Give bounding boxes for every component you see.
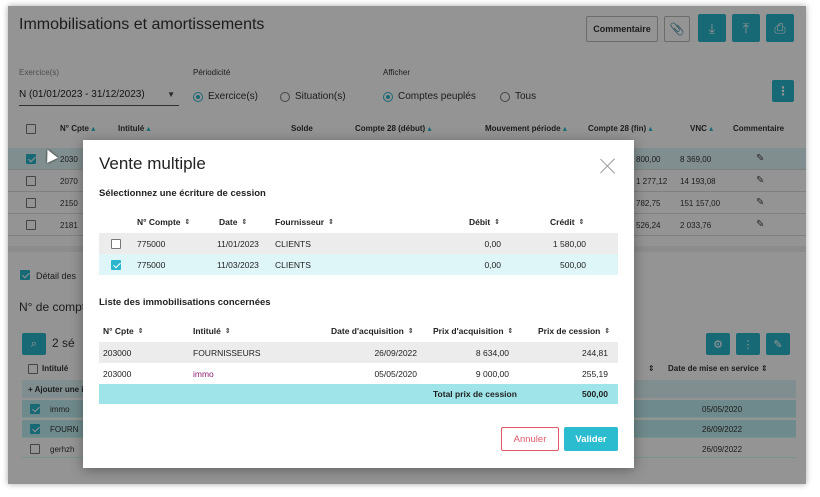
col-fournisseur[interactable]: Fournisseur ⇕ [275,211,334,233]
cell-compte: 775000 [137,259,166,270]
cell-credit: 1 580,00 [552,238,586,249]
cell-prix-cession: 255,19 [582,368,608,379]
close-icon[interactable] [600,158,616,174]
cession-header-row: N° Compte ⇕ Date ⇕ Fournisseur ⇕ Débit ⇕ Cré… [99,211,618,233]
immo-table: N° Cpte ⇕ Intitulé ⇕ Date d'acquisition ⇕ P… [99,320,618,404]
cell-date: 11/01/2023 [217,238,259,249]
immo-section-title: Liste des immobilisations concernées [99,297,271,308]
table-row[interactable]: 775000 11/03/2023 CLIENTS 0,00 500,00 [99,254,618,275]
total-value: 500,00 [582,389,608,399]
cancel-button[interactable]: Annuler [501,427,559,451]
cell-date: 11/03/2023 [217,259,259,270]
cell-prix-acq: 8 634,00 [475,347,509,358]
cession-section-title: Sélectionnez une écriture de cession [99,188,266,199]
cell-fournisseur: CLIENTS [275,259,311,270]
validate-button[interactable]: Valider [564,427,618,451]
cell-fournisseur: CLIENTS [275,238,311,249]
total-row: Total prix de cession 500,00 [99,384,618,404]
vente-multiple-dialog: Vente multiple Sélectionnez une écriture… [83,140,634,468]
cell-compte: 775000 [137,238,166,249]
row-checkbox[interactable] [111,259,121,270]
dialog-title: Vente multiple [99,154,206,173]
cell-debit: 0,00 [484,259,501,270]
col-intitule[interactable]: Intitulé ⇕ [193,320,231,342]
col-debit[interactable]: Débit ⇕ [469,211,500,233]
cell-cpte: 203000 [103,347,132,358]
row-checkbox[interactable] [111,238,121,249]
cession-table: N° Compte ⇕ Date ⇕ Fournisseur ⇕ Débit ⇕ Cré… [99,211,618,275]
cell-prix-acq: 9 000,00 [475,368,509,379]
total-label: Total prix de cession [433,389,517,399]
col-num-cpte[interactable]: N° Cpte ⇕ [103,320,144,342]
col-num-compte[interactable]: N° Compte ⇕ [137,211,190,233]
col-date-acquisition[interactable]: Date d'acquisition ⇕ [331,320,414,342]
col-date[interactable]: Date ⇕ [219,211,247,233]
cell-debit: 0,00 [484,238,501,249]
immo-header-row: N° Cpte ⇕ Intitulé ⇕ Date d'acquisition ⇕ P… [99,320,618,342]
table-row[interactable]: 203000 FOURNISSEURS 26/09/2022 8 634,00 … [99,342,618,363]
col-prix-cession[interactable]: Prix de cession ⇕ [538,320,610,342]
cell-date-acq: 26/09/2022 [374,347,417,358]
cell-prix-cession: 244,81 [582,347,608,358]
col-credit[interactable]: Crédit ⇕ [550,211,584,233]
col-prix-acquisition[interactable]: Prix d'acquisition ⇕ [433,320,513,342]
table-row[interactable]: 203000 immo 05/05/2020 9 000,00 255,19 [99,363,618,384]
cell-intitule: FOURNISSEURS [193,347,261,358]
cell-date-acq: 05/05/2020 [374,368,417,379]
cell-credit: 500,00 [560,259,586,270]
cell-intitule: immo [193,368,214,379]
table-row[interactable]: 775000 11/01/2023 CLIENTS 0,00 1 580,00 [99,233,618,254]
cell-cpte: 203000 [103,368,132,379]
